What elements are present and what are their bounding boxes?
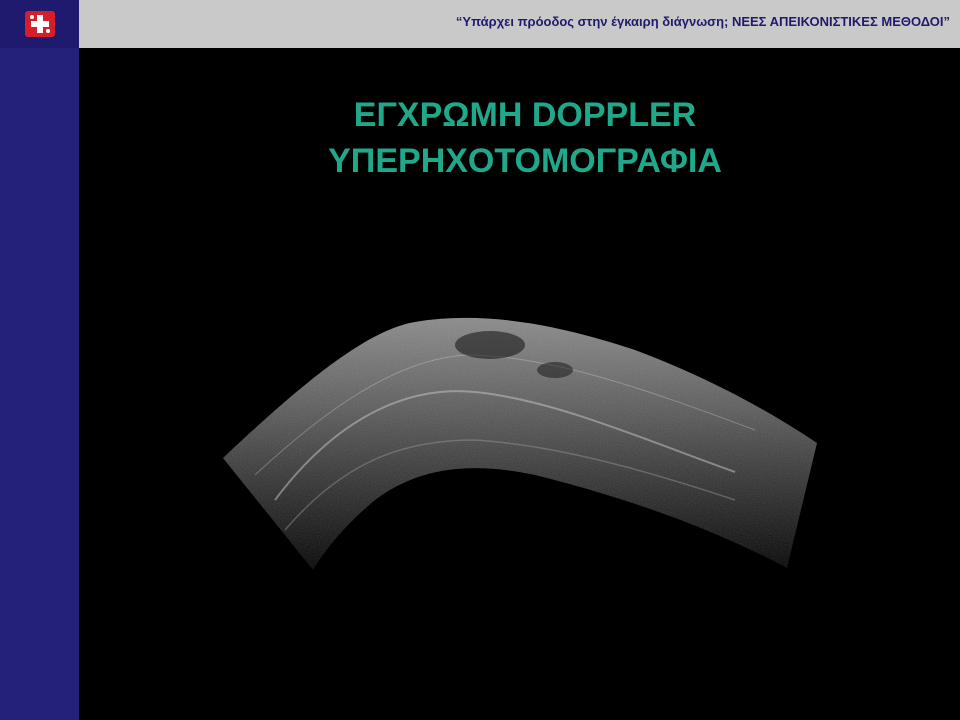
header-title: “Υπάρχει πρόοδος στην έγκαιρη διάγνωση; … bbox=[455, 14, 950, 29]
medical-cross-logo-icon bbox=[24, 11, 55, 37]
slide-title-line-1: ΕΓΧΡΩΜΗ DOPPLER bbox=[353, 96, 697, 134]
header-bar: “Υπάρχει πρόοδος στην έγκαιρη διάγνωση; … bbox=[79, 0, 960, 48]
ultrasound-image bbox=[223, 317, 817, 570]
slide-title: ΕΓΧΡΩΜΗ DOPPLER ΥΠΕΡΗΧΟΤΟΜΟΓΡΑΦΙΑ bbox=[230, 92, 820, 184]
slide: “Υπάρχει πρόοδος στην έγκαιρη διάγνωση; … bbox=[0, 0, 960, 720]
sidebar-bar bbox=[0, 48, 79, 720]
logo bbox=[0, 0, 79, 48]
slide-title-line-2: ΥΠΕΡΗΧΟΤΟΜΟΓΡΑΦΙΑ bbox=[328, 142, 722, 180]
